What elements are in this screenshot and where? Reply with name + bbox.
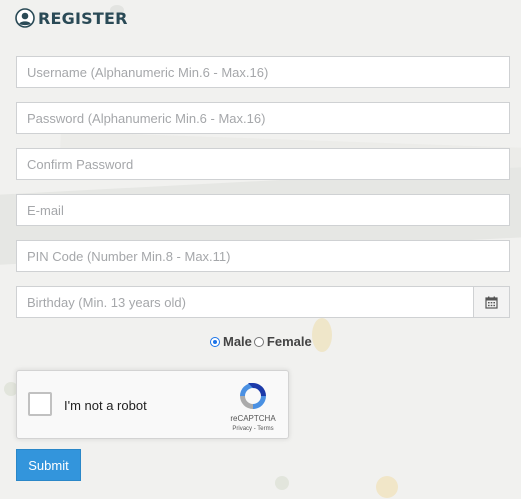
recaptcha-brand: reCAPTCHA xyxy=(230,414,276,423)
recaptcha-checkbox[interactable] xyxy=(28,392,52,416)
gender-label-male: Male xyxy=(223,334,252,349)
submit-button[interactable]: Submit xyxy=(16,449,81,481)
background-decoration xyxy=(312,318,332,352)
confirm-password-field[interactable] xyxy=(16,148,510,180)
gender-selector: Male Female xyxy=(210,334,314,349)
gender-radio-male[interactable] xyxy=(210,336,220,347)
background-decoration xyxy=(376,476,398,498)
password-field[interactable] xyxy=(16,102,510,134)
gender-label-female: Female xyxy=(266,334,312,349)
email-field[interactable] xyxy=(16,194,510,226)
gender-radio-female[interactable] xyxy=(253,336,264,347)
birthday-field[interactable] xyxy=(16,286,510,318)
calendar-button[interactable] xyxy=(472,287,509,317)
page-title: REGISTER xyxy=(38,8,128,28)
birthday-input[interactable] xyxy=(17,287,473,317)
password-input[interactable] xyxy=(17,103,509,133)
recaptcha-logo-icon xyxy=(237,380,269,412)
background-decoration xyxy=(275,476,289,490)
pin-field[interactable] xyxy=(16,240,510,272)
recaptcha-widget: I'm not a robot reCAPTCHA Privacy - Term… xyxy=(16,370,289,439)
register-header: REGISTER xyxy=(15,8,128,28)
recaptcha-label: I'm not a robot xyxy=(64,398,147,413)
user-circle-icon xyxy=(15,8,35,28)
confirm-password-input[interactable] xyxy=(17,149,509,179)
pin-input[interactable] xyxy=(17,241,509,271)
email-input[interactable] xyxy=(17,195,509,225)
recaptcha-privacy-terms-links[interactable]: Privacy - Terms xyxy=(223,426,283,432)
calendar-icon xyxy=(485,296,498,309)
username-input[interactable] xyxy=(17,57,509,87)
username-field[interactable] xyxy=(16,56,510,88)
